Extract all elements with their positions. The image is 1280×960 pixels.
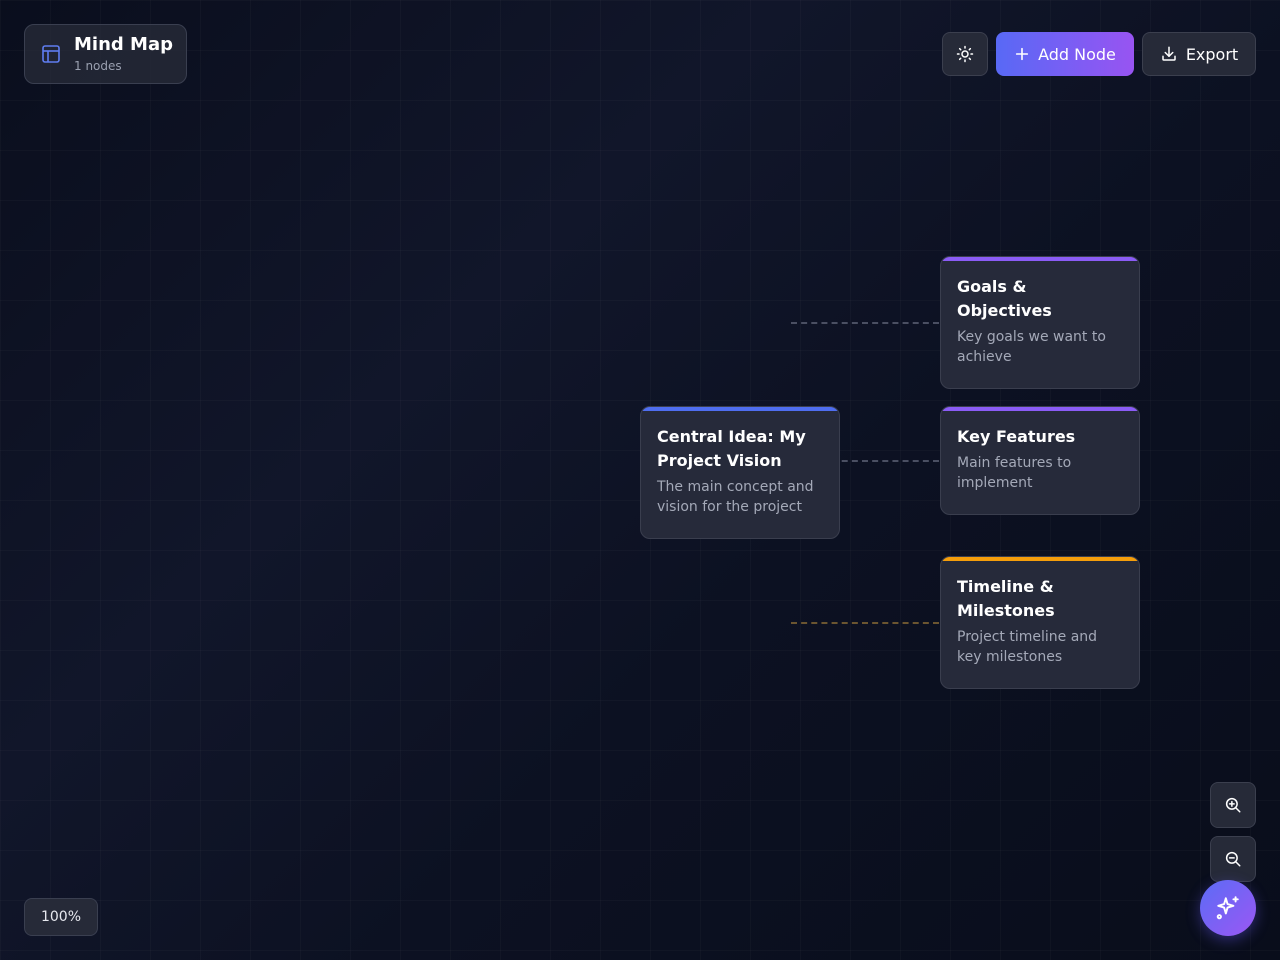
node-features[interactable]: Key Features Main features to implement <box>940 406 1140 515</box>
page-title: Mind Map <box>74 34 173 55</box>
node-count: 1 nodes <box>74 59 122 73</box>
node-accent <box>941 257 1139 261</box>
node-description: Project timeline and key milestones <box>957 629 1098 665</box>
export-label: Export <box>1185 44 1239 64</box>
connector-goals <box>791 322 939 324</box>
zoom-level-indicator: 100% <box>24 898 98 936</box>
layout-icon <box>42 45 60 63</box>
node-description: Main features to implement <box>957 455 1072 491</box>
node-accent <box>641 407 839 411</box>
node-title: Timeline & Milestones <box>957 577 1055 620</box>
ai-assistant-button[interactable] <box>1200 880 1256 936</box>
node-central[interactable]: Central Idea: My Project Vision The main… <box>640 406 840 539</box>
export-button[interactable]: Export <box>1142 32 1256 76</box>
zoom-out-button[interactable] <box>1210 836 1256 882</box>
node-description: Key goals we want to achieve <box>957 329 1106 365</box>
toolbar: Add Node Export <box>942 32 1256 76</box>
node-title: Key Features <box>957 427 1076 446</box>
connector-timeline <box>791 622 939 624</box>
sun-icon <box>956 45 974 63</box>
sparkles-icon <box>1216 896 1239 920</box>
node-accent <box>941 557 1139 561</box>
mindmap-title-card: Mind Map 1 nodes <box>24 24 187 84</box>
theme-toggle-button[interactable] <box>942 32 988 76</box>
add-node-button[interactable]: Add Node <box>996 32 1134 76</box>
add-node-label: Add Node <box>1038 44 1116 64</box>
node-title: Central Idea: My Project Vision <box>657 427 806 470</box>
node-goals[interactable]: Goals & Objectives Key goals we want to … <box>940 256 1140 389</box>
node-title: Goals & Objectives <box>957 277 1052 320</box>
node-timeline[interactable]: Timeline & Milestones Project timeline a… <box>940 556 1140 689</box>
zoom-in-icon <box>1225 797 1241 813</box>
zoom-in-button[interactable] <box>1210 782 1256 828</box>
zoom-level: 100% <box>40 909 82 925</box>
plus-icon <box>1015 47 1029 61</box>
node-description: The main concept and vision for the proj… <box>657 479 814 515</box>
node-accent <box>941 407 1139 411</box>
zoom-out-icon <box>1225 851 1241 867</box>
download-icon <box>1162 46 1176 61</box>
